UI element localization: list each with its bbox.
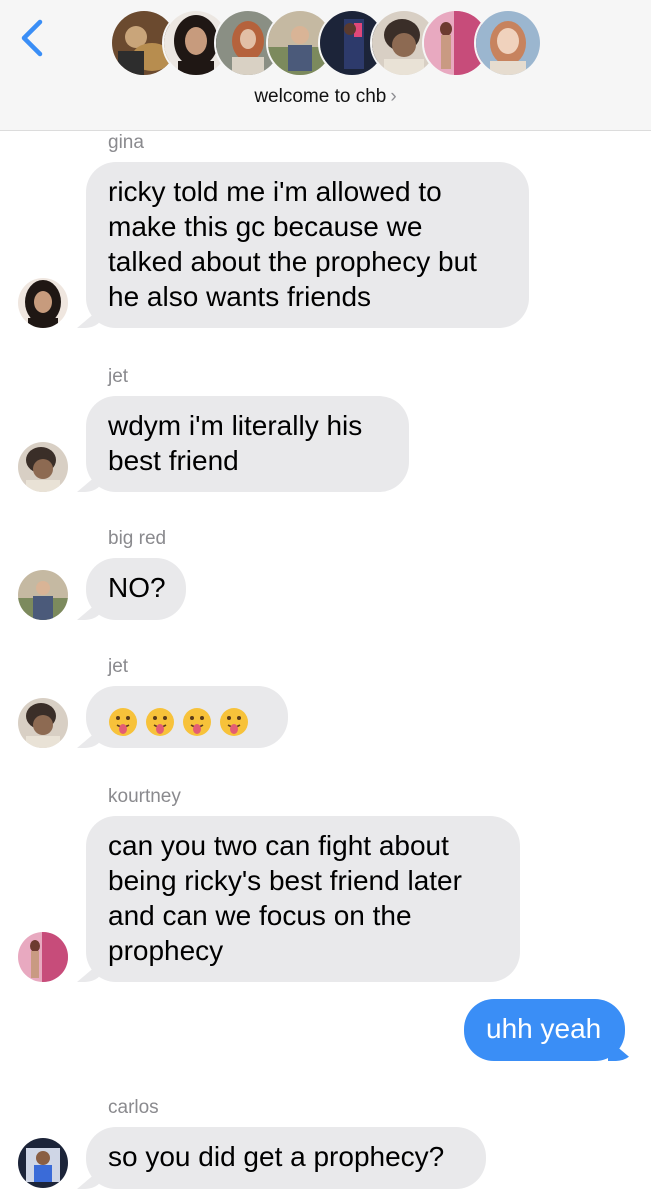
sender-name: gina: [108, 132, 144, 153]
sender-name: big red: [108, 528, 167, 549]
conversation-title-text: welcome to chb: [254, 86, 387, 107]
message-line: uhh yeah: [486, 1013, 602, 1044]
tongue-out-emoji: [183, 707, 211, 736]
sender-name: jet: [108, 656, 129, 677]
sender-name: carlos: [108, 1097, 159, 1118]
tongue-out-emoji: [220, 707, 248, 736]
message-line: talked about the prophecy but: [108, 246, 477, 277]
message-line: and can we focus on the: [108, 900, 412, 931]
avatar[interactable]: [18, 278, 68, 328]
message-bubble[interactable]: can you two can fight about being ricky'…: [86, 816, 520, 982]
message-line: ricky told me i'm allowed to: [108, 176, 442, 207]
message-bubble[interactable]: NO?: [86, 558, 186, 620]
tongue-out-emoji: [109, 707, 137, 736]
message-line: make this gc because we: [108, 211, 423, 242]
chevron-left-icon: [21, 19, 43, 57]
message-line: can you two can fight about: [108, 830, 449, 861]
avatar[interactable]: [18, 698, 68, 748]
message-bubble[interactable]: ricky told me i'm allowed to make this g…: [86, 162, 529, 328]
tongue-out-emoji: [146, 707, 174, 736]
group-avatar-8: [474, 9, 542, 77]
back-button[interactable]: [14, 16, 54, 60]
message-bubble[interactable]: [86, 686, 288, 748]
message-line: so you did get a prophecy?: [108, 1141, 445, 1172]
message-line: being ricky's best friend later: [108, 865, 462, 896]
group-avatars[interactable]: [110, 9, 545, 81]
message-line: best friend: [108, 445, 239, 476]
sender-name: jet: [108, 366, 129, 387]
message-line: he also wants friends: [108, 281, 372, 312]
message-line: prophecy: [108, 935, 224, 966]
conversation-title[interactable]: welcome to chb ›: [0, 86, 651, 108]
avatar[interactable]: [18, 932, 68, 982]
conversation-header: welcome to chb ›: [0, 0, 651, 131]
avatar[interactable]: [18, 442, 68, 492]
chevron-right-icon: ›: [390, 86, 397, 107]
message-line: wdym i'm literally his: [108, 410, 363, 441]
sender-name: kourtney: [108, 786, 181, 807]
message-bubble[interactable]: wdym i'm literally his best friend: [86, 396, 409, 492]
message-line: NO?: [108, 572, 166, 603]
sent-message-bubble[interactable]: uhh yeah: [464, 999, 625, 1061]
avatar[interactable]: [18, 570, 68, 620]
message-bubble[interactable]: so you did get a prophecy?: [86, 1127, 486, 1189]
avatar[interactable]: [18, 1138, 68, 1188]
